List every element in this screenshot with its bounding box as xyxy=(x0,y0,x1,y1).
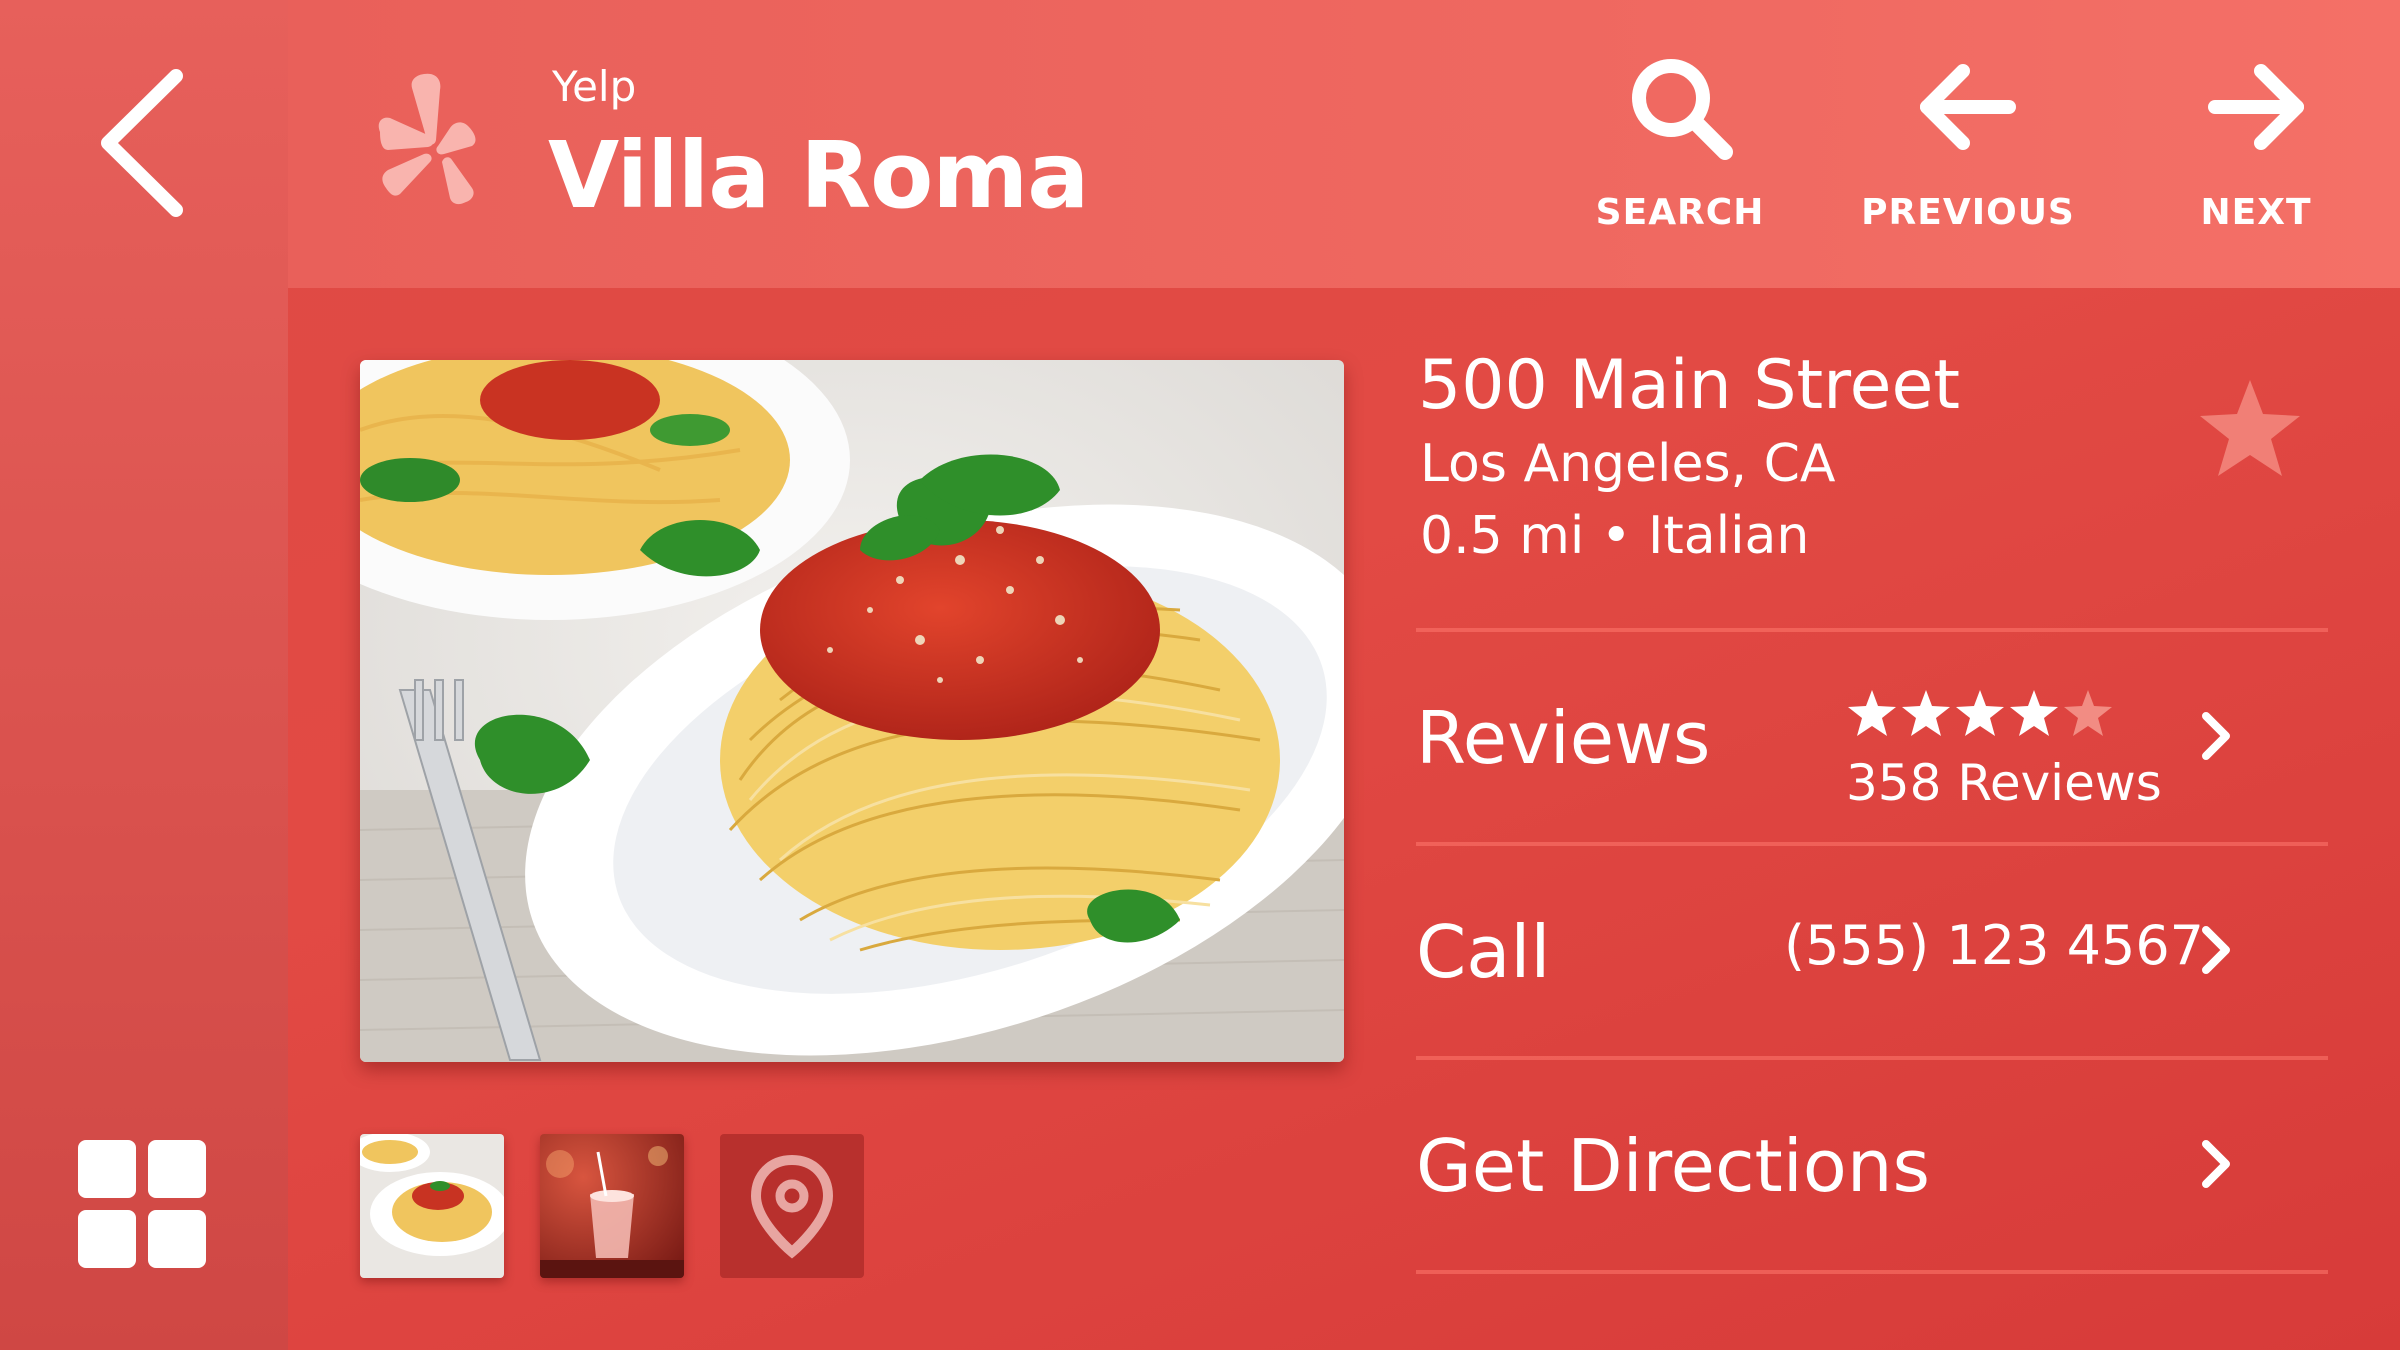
rating-stars xyxy=(1846,688,2116,744)
star-icon xyxy=(2200,380,2300,476)
call-label: Call xyxy=(1416,910,1551,994)
main-food-photo[interactable] xyxy=(360,360,1344,1062)
chevron-right-icon xyxy=(2202,1140,2230,1188)
chevron-right-icon xyxy=(2202,926,2230,974)
business-title: Villa Roma xyxy=(548,122,1089,229)
thumbnail-drink[interactable] xyxy=(540,1134,684,1278)
reviews-chevron xyxy=(2196,708,2236,768)
search-button[interactable]: SEARCH xyxy=(1560,52,1800,233)
distance-category: 0.5 mi • Italian xyxy=(1420,506,1810,566)
apps-grid-button[interactable] xyxy=(78,1140,210,1272)
directions-label: Get Directions xyxy=(1416,1124,1930,1208)
map-pin-icon xyxy=(750,1154,834,1259)
previous-button[interactable]: PREVIOUS xyxy=(1848,52,2088,233)
thumbnail-map[interactable] xyxy=(720,1134,864,1278)
address-city: Los Angeles, CA xyxy=(1420,434,1836,494)
thumbnail-pasta[interactable] xyxy=(360,1134,504,1278)
reviews-label: Reviews xyxy=(1416,696,1711,780)
review-count: 358 Reviews xyxy=(1846,754,2162,812)
directions-chevron xyxy=(2196,1136,2236,1196)
reviews-row[interactable]: Reviews 358 Reviews xyxy=(1416,632,2328,842)
directions-row[interactable]: Get Directions xyxy=(1416,1060,2328,1270)
phone-number: (555) 123 4567 xyxy=(1784,914,2205,977)
next-label: NEXT xyxy=(2200,192,2312,233)
arrow-left-icon xyxy=(1920,64,2016,150)
arrow-right-icon xyxy=(2208,64,2304,150)
yelp-logo-icon xyxy=(372,70,492,220)
next-button[interactable]: NEXT xyxy=(2136,52,2376,233)
app-name: Yelp xyxy=(552,62,637,111)
search-label: SEARCH xyxy=(1595,192,1765,233)
call-row[interactable]: Call (555) 123 4567 xyxy=(1416,846,2328,1056)
favorite-button[interactable] xyxy=(2196,376,2304,484)
search-icon xyxy=(1632,59,1733,160)
chevron-left-icon xyxy=(101,69,183,217)
chevron-right-icon xyxy=(2202,712,2230,760)
address-street: 500 Main Street xyxy=(1418,346,1960,425)
back-button[interactable] xyxy=(92,68,192,218)
previous-label: PREVIOUS xyxy=(1861,192,2075,233)
divider xyxy=(1416,1270,2328,1274)
call-chevron xyxy=(2196,922,2236,982)
